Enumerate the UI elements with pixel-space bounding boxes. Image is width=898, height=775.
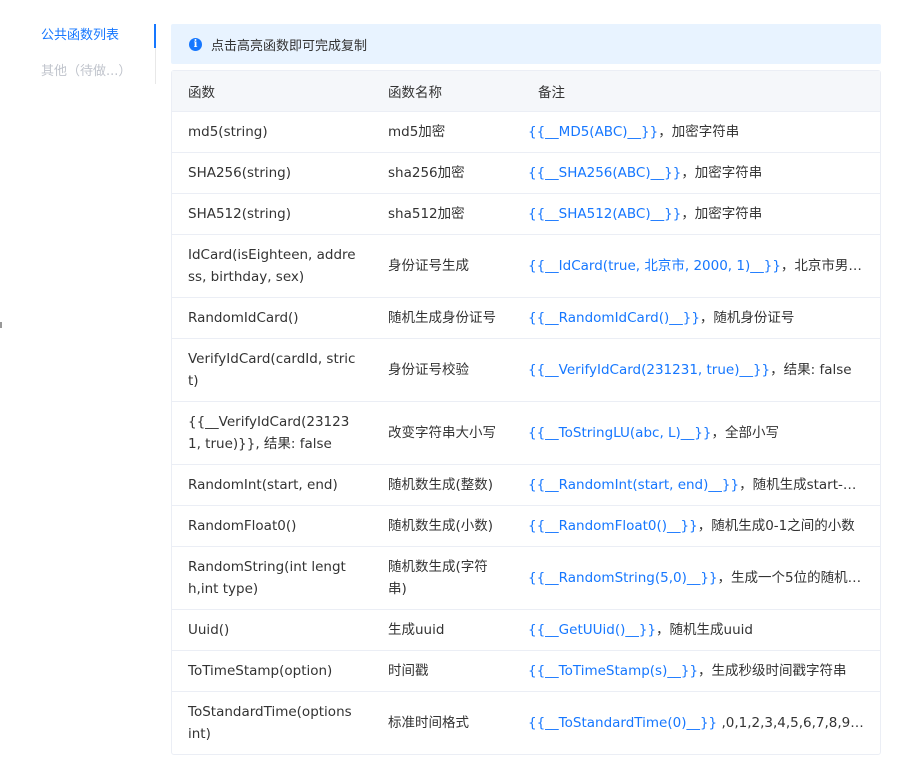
table-row: md5(string) md5加密 {{__MD5(ABC)__}}，加密字符串 [172, 111, 880, 153]
function-description: 身份证号生成 [372, 234, 522, 298]
function-remark: {{__RandomInt(start, end)__}}，随机生成start-… [522, 464, 880, 506]
function-remark: {{__GetUUid()__}}，随机生成uuid [522, 609, 880, 651]
header-function: 函数 [172, 71, 372, 112]
side-tab-nav: 公共函数列表 其他（待做...） [0, 24, 156, 96]
table-row: VerifyIdCard(cardId, strict) 身份证号校验 {{__… [172, 338, 880, 402]
header-function-name: 函数名称 [372, 71, 522, 112]
remark-note: ，生成一个5位的随机字符串 [717, 570, 880, 586]
function-remark: {{__ToStandardTime(0)__}} ,0,1,2,3,4,5,6… [522, 692, 880, 755]
function-signature: RandomInt(start, end) [172, 464, 372, 506]
info-icon: i [189, 37, 202, 51]
copy-function-link[interactable]: {{__RandomFloat0()__}} [528, 518, 698, 534]
copy-function-link[interactable]: {{__RandomString(5,0)__}} [528, 570, 718, 586]
function-list-page: 公共函数列表 其他（待做...） i 点击高亮函数即可完成复制 函数 函数名称 … [0, 0, 898, 775]
function-signature: ToStandardTime(options int) [188, 704, 352, 742]
function-signature: VerifyIdCard(cardId, strict) [172, 338, 372, 402]
table-row: {{__VerifyIdCard(231231, true)}}, 结果: fa… [172, 401, 880, 465]
function-remark: {{__RandomFloat0()__}}，随机生成0-1之间的小数 [522, 505, 880, 547]
remark-note: ，随机身份证号 [699, 310, 795, 326]
copy-function-link[interactable]: {{__ToStandardTime(0)__}} [528, 715, 717, 731]
table-row: RandomInt(start, end) 随机数生成(整数) {{__Rand… [172, 464, 880, 506]
copy-function-link[interactable]: {{__VerifyIdCard(231231, true)__}} [528, 362, 770, 378]
tab-other-todo[interactable]: 其他（待做...） [0, 60, 156, 84]
function-remark: {{__SHA256(ABC)__}}，加密字符串 [522, 152, 880, 194]
function-description: 随机数生成(小数) [372, 505, 522, 547]
copy-function-link[interactable]: {{__ToTimeStamp(s)__}} [528, 663, 698, 679]
copy-function-link[interactable]: {{__IdCard(true, 北京市, 2000, 1)__}} [528, 258, 781, 274]
remark-note: ，生成秒级时间戳字符串 [698, 663, 847, 679]
functions-table: 函数 函数名称 备注 md5(string) md5加密 {{__MD5(ABC… [171, 70, 881, 755]
remark-note: ，结果: false [770, 362, 852, 378]
function-description: 随机生成身份证号 [372, 297, 522, 339]
function-remark: {{__ToStringLU(abc, L)__}}，全部小写 [522, 401, 880, 465]
info-alert: i 点击高亮函数即可完成复制 [171, 24, 881, 64]
table-header-row: 函数 函数名称 备注 [172, 71, 880, 112]
function-remark: {{__MD5(ABC)__}}，加密字符串 [522, 111, 880, 153]
table-row: SHA256(string) sha256加密 {{__SHA256(ABC)_… [172, 152, 880, 194]
table-row: RandomIdCard() 随机生成身份证号 {{__RandomIdCard… [172, 297, 880, 339]
table-row: RandomFloat0() 随机数生成(小数) {{__RandomFloat… [172, 505, 880, 547]
remark-note: ，随机生成uuid [656, 622, 753, 638]
function-signature: IdCard(isEighteen, address, birthday, se… [172, 234, 372, 298]
remark-note: ，北京市男性身份证号 [780, 258, 880, 274]
table-row: ToTimeStamp(option) 时间戳 {{__ToTimeStamp(… [172, 650, 880, 692]
copy-function-link[interactable]: {{__RandomInt(start, end)__}} [528, 477, 739, 493]
function-description: 改变字符串大小写 [372, 401, 522, 465]
edge-marker [0, 322, 2, 328]
table-row: SHA512(string) sha512加密 {{__SHA512(ABC)_… [172, 193, 880, 235]
copy-function-link[interactable]: {{__GetUUid()__}} [528, 622, 656, 638]
function-signature: {{__VerifyIdCard(231231, true)}}, 结果: fa… [172, 401, 372, 465]
remark-note: ，全部小写 [711, 425, 780, 441]
function-remark: {{__RandomIdCard()__}}，随机身份证号 [522, 297, 880, 339]
function-remark: {{__ToTimeStamp(s)__}}，生成秒级时间戳字符串 [522, 650, 880, 692]
function-signature: SHA512(string) [172, 193, 372, 235]
remark-note: ，随机生成start-end之间的整数 [739, 477, 880, 493]
function-description: md5加密 [372, 111, 522, 153]
function-description: 时间戳 [372, 650, 522, 692]
table-row: Uuid() 生成uuid {{__GetUUid()__}}，随机生成uuid [172, 609, 880, 651]
function-description: 随机数生成(字符串) [372, 546, 522, 610]
remark-note: ,0,1,2,3,4,5,6,7,8,9,10 [717, 715, 872, 731]
alert-text: 点击高亮函数即可完成复制 [211, 38, 368, 54]
function-signature: RandomIdCard() [172, 297, 372, 339]
function-signature: ToTimeStamp(option) [172, 650, 372, 692]
function-remark: {{__VerifyIdCard(231231, true)__}}，结果: f… [522, 338, 880, 402]
copy-function-link[interactable]: {{__RandomIdCard()__}} [528, 310, 700, 326]
function-signature: md5(string) [172, 111, 372, 153]
copy-function-link[interactable]: {{__MD5(ABC)__}} [528, 124, 658, 140]
function-signature: Uuid() [172, 609, 372, 651]
main-content: i 点击高亮函数即可完成复制 函数 函数名称 备注 md5(string) md… [171, 24, 881, 755]
function-description: 身份证号校验 [372, 338, 522, 402]
function-remark: {{__IdCard(true, 北京市, 2000, 1)__}}，北京市男性… [522, 234, 880, 298]
remark-note: ，随机生成0-1之间的小数 [697, 518, 855, 534]
function-description: 标准时间格式 [388, 715, 469, 731]
function-remark: {{__SHA512(ABC)__}}，加密字符串 [522, 193, 880, 235]
function-signature: RandomFloat0() [172, 505, 372, 547]
table-row: RandomString(int length,int type) 随机数生成(… [172, 546, 880, 610]
copy-function-link[interactable]: {{__ToStringLU(abc, L)__}} [528, 425, 712, 441]
function-description: sha256加密 [372, 152, 522, 194]
function-signature: RandomString(int length,int type) [172, 546, 372, 610]
remark-note: ，加密字符串 [681, 165, 763, 181]
table-row: IdCard(isEighteen, address, birthday, se… [172, 234, 880, 298]
tab-public-functions[interactable]: 公共函数列表 [0, 24, 156, 48]
function-description: 生成uuid [372, 609, 522, 651]
header-remark: 备注 [522, 71, 880, 112]
function-signature: SHA256(string) [172, 152, 372, 194]
copy-function-link[interactable]: {{__SHA512(ABC)__}} [528, 206, 681, 222]
function-description: sha512加密 [372, 193, 522, 235]
copy-function-link[interactable]: {{__SHA256(ABC)__}} [528, 165, 681, 181]
function-remark: {{__RandomString(5,0)__}}，生成一个5位的随机字符串 [522, 546, 880, 610]
function-description: 随机数生成(整数) [372, 464, 522, 506]
table-row: ToStandardTime(options int) 标准时间格式 {{__T… [172, 692, 880, 755]
remark-note: ，加密字符串 [681, 206, 763, 222]
remark-note: ，加密字符串 [658, 124, 740, 140]
